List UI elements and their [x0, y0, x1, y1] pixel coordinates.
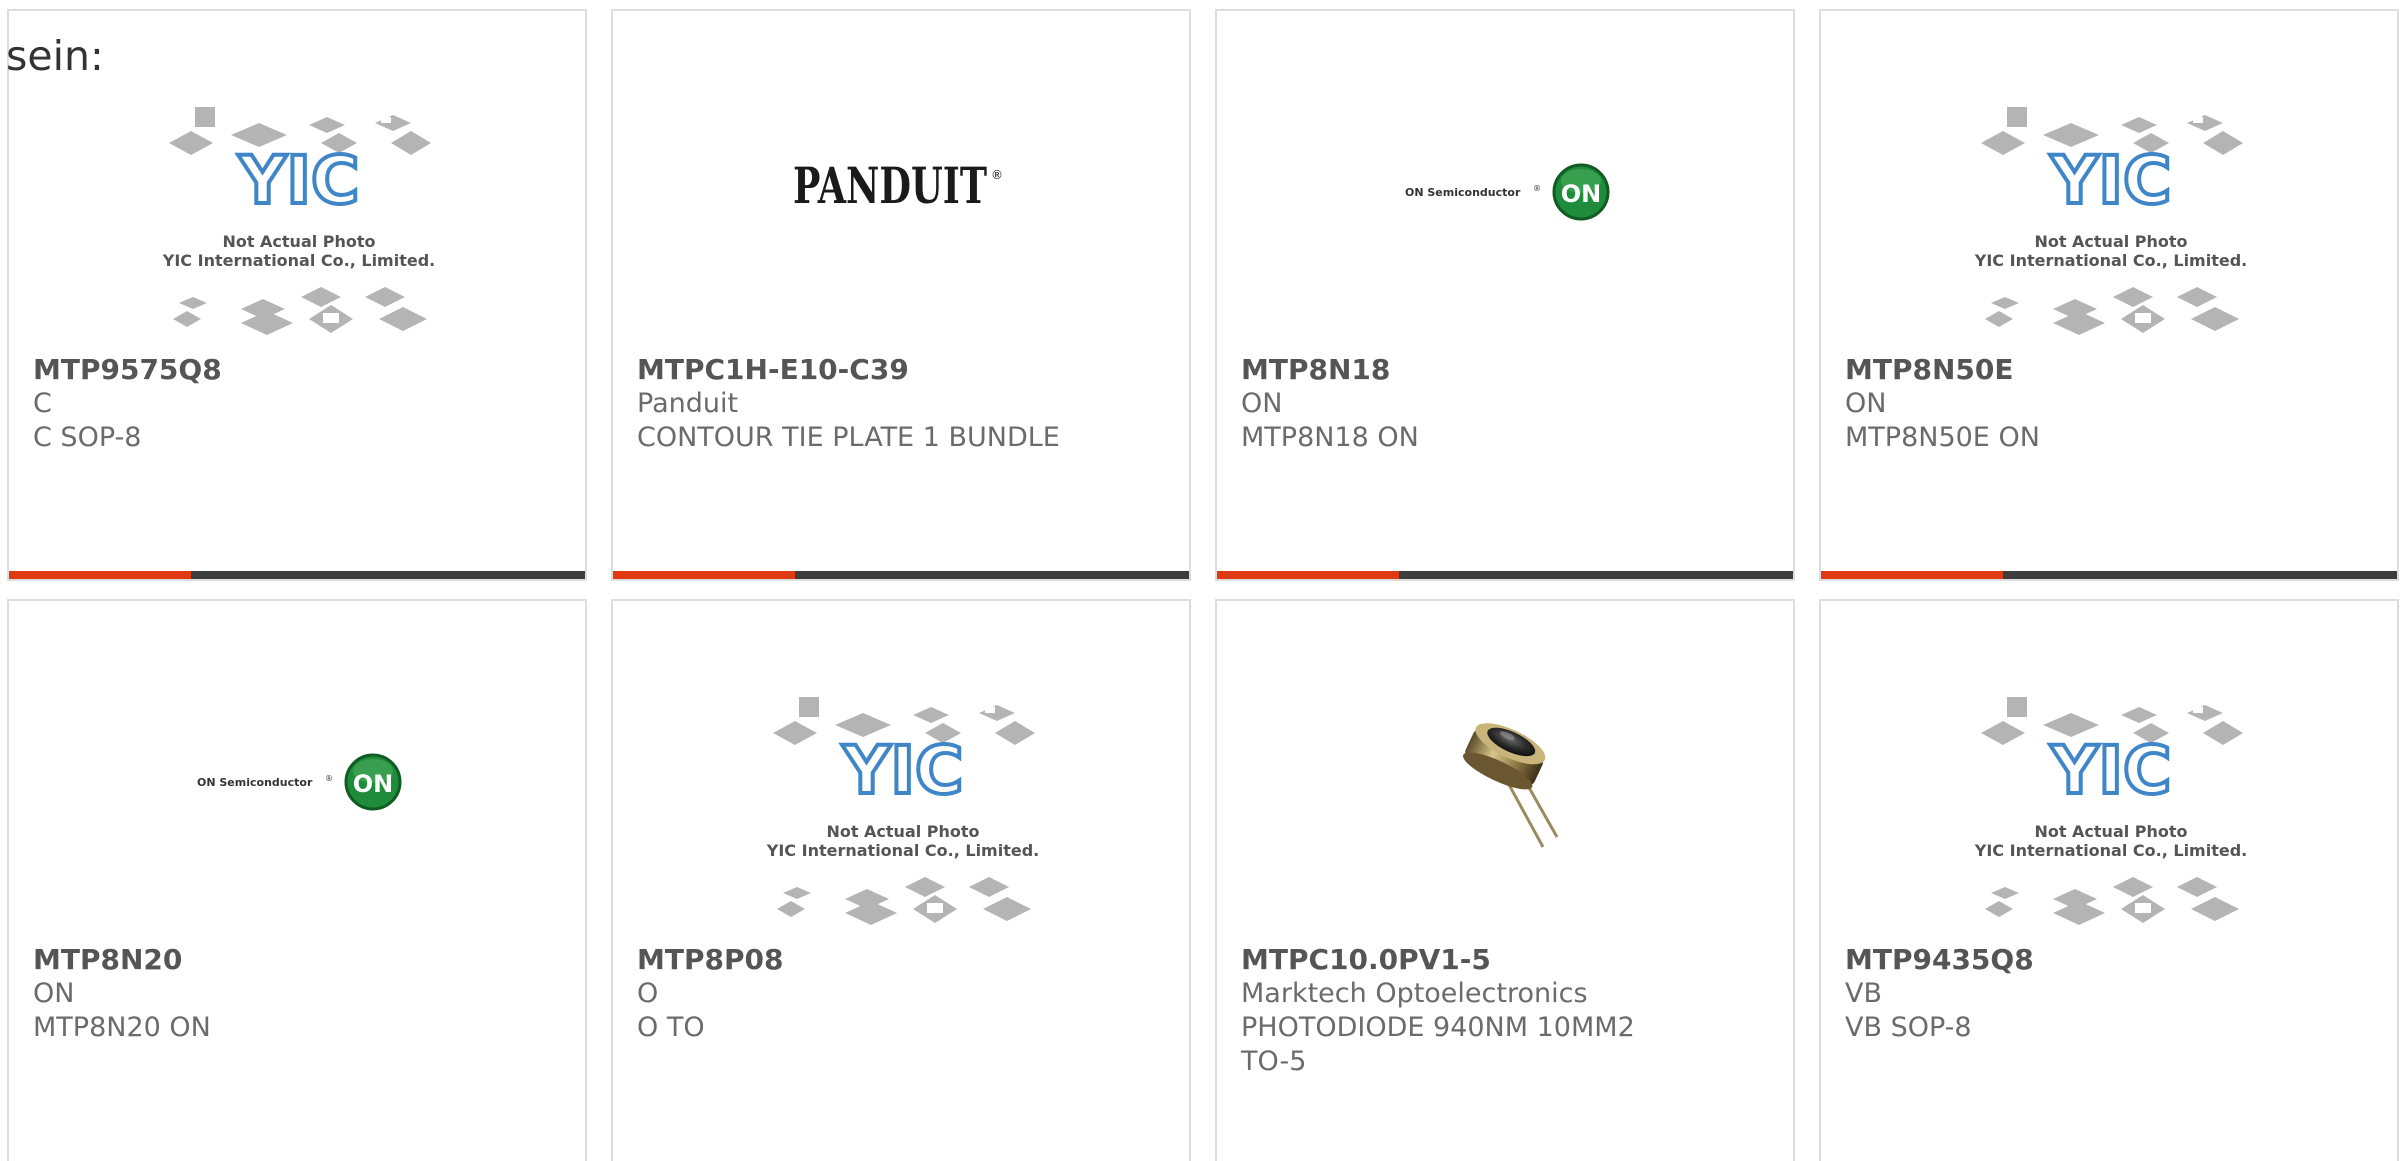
description: MTP8N20 ON [33, 1012, 211, 1043]
product-image[interactable]: YIC Not Actual Photo YIC International C… [1821, 91, 2397, 351]
card-footer-bar [1217, 571, 1793, 579]
product-image[interactable]: ON Semiconductor ® ON [1217, 91, 1793, 351]
product-image[interactable]: YIC Not Actual Photo YIC International C… [9, 91, 585, 351]
part-number-link[interactable]: MTP8P08 [637, 943, 783, 977]
panduit-logo: PANDUIT ® [793, 156, 1003, 215]
product-image[interactable]: ON Semiconductor ® ON [9, 681, 585, 941]
description: CONTOUR TIE PLATE 1 BUNDLE [637, 422, 1060, 453]
yic-company-text: YIC International Co., Limited. [1974, 251, 2247, 270]
description: MTP8N18 ON [1241, 422, 1419, 453]
card-footer-bar [9, 571, 585, 579]
yic-logo: YIC [238, 142, 360, 219]
on-semi-logo-text: ON Semiconductor [197, 776, 313, 789]
description: MTP8N50E ON [1845, 422, 2040, 453]
part-number-link[interactable]: MTP9575Q8 [33, 353, 222, 387]
card-footer-bar [1821, 571, 2397, 579]
registered-mark: ® [325, 774, 333, 783]
product-image[interactable]: PANDUIT ® [613, 91, 1189, 351]
manufacturer: Panduit [637, 388, 739, 419]
description: O TO [637, 1012, 705, 1043]
part-number-link[interactable]: MTP9435Q8 [1845, 943, 2034, 977]
product-image[interactable] [1217, 681, 1793, 941]
card-footer-accent [1217, 571, 1399, 579]
part-number-link[interactable]: MTP8N50E [1845, 353, 2014, 387]
description: PHOTODIODE 940NM 10MM2 TO-5 [1241, 1012, 1635, 1077]
description: VB SOP-8 [1845, 1012, 1972, 1043]
photodiode-photo [1463, 723, 1559, 848]
on-semi-logo: ON Semiconductor ® ON [197, 753, 402, 811]
product-card[interactable]: PANDUIT ® MTPC1H-E10-C39 Panduit CONTOUR… [611, 9, 1191, 581]
part-number-link[interactable]: MTP8N18 [1241, 353, 1390, 387]
yic-placeholder-image: YIC Not Actual Photo YIC International C… [1974, 107, 2247, 335]
on-semi-logo: ON Semiconductor ® ON [1405, 163, 1610, 221]
on-badge-icon: ON [1561, 180, 1602, 208]
product-card[interactable]: ON Semiconductor ® ON MTP8N18 ON MTP8N18… [1215, 9, 1795, 581]
yic-placeholder-image: YIC Not Actual Photo YIC International C… [766, 697, 1039, 925]
part-number-link[interactable]: MTPC10.0PV1-5 [1241, 943, 1491, 977]
not-actual-photo-text: Not Actual Photo [222, 232, 375, 251]
lead-text: sein: [6, 32, 104, 80]
yic-placeholder-image: YIC Not Actual Photo YIC International C… [162, 107, 435, 335]
product-card[interactable]: YIC Not Actual Photo YIC International C… [1819, 599, 2399, 1161]
manufacturer: ON [1845, 388, 1887, 419]
not-actual-photo-text: Not Actual Photo [826, 822, 979, 841]
description: C SOP-8 [33, 422, 142, 453]
product-image[interactable]: YIC Not Actual Photo YIC International C… [1821, 681, 2397, 941]
card-footer-accent [9, 571, 191, 579]
yic-placeholder-image: YIC Not Actual Photo YIC International C… [1974, 697, 2247, 925]
not-actual-photo-text: Not Actual Photo [2034, 822, 2187, 841]
registered-mark: ® [991, 168, 1003, 182]
card-footer-accent [1821, 571, 2003, 579]
manufacturer: VB [1845, 978, 1882, 1009]
not-actual-photo-text: Not Actual Photo [2034, 232, 2187, 251]
product-card[interactable]: YIC Not Actual Photo YIC International C… [611, 599, 1191, 1161]
yic-company-text: YIC International Co., Limited. [1974, 841, 2247, 860]
product-card[interactable]: ON Semiconductor ® ON MTP8N20 ON MTP8N20… [7, 599, 587, 1161]
on-badge-icon: ON [353, 770, 394, 798]
product-card[interactable]: YIC Not Actual Photo YIC International C… [7, 9, 587, 581]
manufacturer: ON [1241, 388, 1283, 419]
on-semi-logo-text: ON Semiconductor [1405, 186, 1521, 199]
product-card[interactable]: MTPC10.0PV1-5 Marktech Optoelectronics P… [1215, 599, 1795, 1161]
yic-logo: YIC [2050, 732, 2172, 809]
product-image[interactable]: YIC Not Actual Photo YIC International C… [613, 681, 1189, 941]
manufacturer: ON [33, 978, 75, 1009]
card-footer-accent [613, 571, 795, 579]
manufacturer: O [637, 978, 659, 1009]
card-footer-bar [613, 571, 1189, 579]
product-grid-page: sein: YIC Not Actual Photo YIC Internati… [0, 0, 2400, 1161]
manufacturer: Marktech Optoelectronics [1241, 978, 1588, 1009]
yic-logo: YIC [842, 732, 964, 809]
product-card[interactable]: YIC Not Actual Photo YIC International C… [1819, 9, 2399, 581]
part-number-link[interactable]: MTP8N20 [33, 943, 182, 977]
registered-mark: ® [1533, 184, 1541, 193]
yic-company-text: YIC International Co., Limited. [162, 251, 435, 270]
part-number-link[interactable]: MTPC1H-E10-C39 [637, 353, 909, 387]
manufacturer: C [33, 388, 52, 419]
yic-company-text: YIC International Co., Limited. [766, 841, 1039, 860]
yic-logo: YIC [2050, 142, 2172, 219]
panduit-logo-text: PANDUIT [793, 156, 987, 215]
